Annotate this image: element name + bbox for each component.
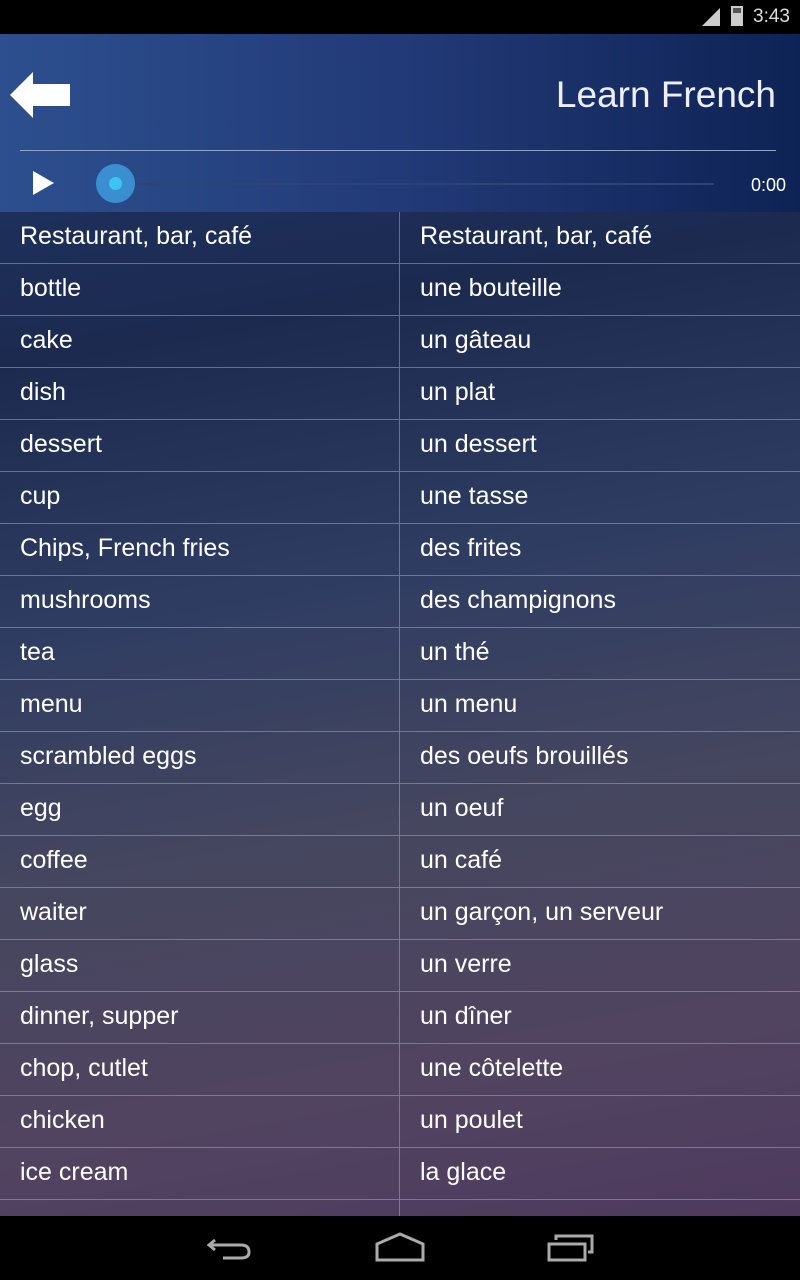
french-word: des champignons xyxy=(420,586,616,614)
back-nav-icon[interactable] xyxy=(205,1232,255,1262)
french-word: un plat xyxy=(420,378,496,406)
english-word: tea xyxy=(0,628,400,679)
english-word: menu xyxy=(0,680,400,731)
table-row[interactable]: chop, cutlet une côtelette xyxy=(0,1044,800,1096)
header: Learn French 0:00 xyxy=(0,34,800,212)
english-word: glass xyxy=(0,940,400,991)
english-word: coffee xyxy=(0,836,400,887)
french-word: un oeuf xyxy=(420,794,504,822)
home-nav-icon[interactable] xyxy=(375,1232,425,1262)
app-screen: Learn French 0:00 Restaurant, bar, café R… xyxy=(0,34,800,1216)
english-word: Chips, French fries xyxy=(0,524,400,575)
english-word: chop, cutlet xyxy=(0,1044,400,1095)
english-word: scrambled eggs xyxy=(0,732,400,783)
play-button[interactable] xyxy=(33,171,54,195)
french-word: un thé xyxy=(420,638,490,666)
divider xyxy=(20,150,776,151)
table-row[interactable]: scrambled eggs des oeufs brouillés xyxy=(0,732,800,784)
french-word: un poulet xyxy=(420,1106,523,1134)
french-word: un café xyxy=(420,846,503,874)
page-title: Learn French xyxy=(555,74,776,115)
english-word: dinner, supper xyxy=(0,992,400,1043)
status-time: 3:43 xyxy=(753,6,790,27)
french-word: une tasse xyxy=(420,482,529,510)
french-word: un gâteau xyxy=(420,326,532,354)
audio-seek-thumb[interactable] xyxy=(96,164,135,203)
french-word: une bouteille xyxy=(420,274,562,302)
english-word: cake xyxy=(0,316,400,367)
vocabulary-table: Restaurant, bar, café Restaurant, bar, ca… xyxy=(0,212,800,1216)
table-row[interactable]: waiter un garçon, un serveur xyxy=(0,888,800,940)
english-word: waiter xyxy=(0,888,400,939)
table-row[interactable] xyxy=(0,1200,800,1216)
recent-apps-icon[interactable] xyxy=(546,1232,596,1262)
french-word: un dessert xyxy=(420,430,537,458)
english-word xyxy=(0,1200,400,1216)
table-row[interactable]: Chips, French fries des frites xyxy=(0,524,800,576)
english-word: cup xyxy=(0,472,400,523)
back-button[interactable] xyxy=(10,72,72,118)
french-word: un garçon, un serveur xyxy=(420,898,664,926)
status-bar: 3:43 xyxy=(0,0,800,34)
french-word: Restaurant, bar, café xyxy=(420,222,653,250)
table-row[interactable]: cup une tasse xyxy=(0,472,800,524)
english-word: dish xyxy=(0,368,400,419)
table-row[interactable]: Restaurant, bar, café Restaurant, bar, ca… xyxy=(0,212,800,264)
english-word: Restaurant, bar, café xyxy=(0,212,400,263)
table-row[interactable]: chicken un poulet xyxy=(0,1096,800,1148)
english-word: ice cream xyxy=(0,1148,400,1199)
english-word: dessert xyxy=(0,420,400,471)
french-word xyxy=(400,1200,800,1216)
english-word: mushrooms xyxy=(0,576,400,627)
table-row[interactable]: coffee un café xyxy=(0,836,800,888)
french-word: des frites xyxy=(420,534,522,562)
table-row[interactable]: egg un oeuf xyxy=(0,784,800,836)
navigation-bar xyxy=(0,1216,800,1280)
table-row[interactable]: ice cream la glace xyxy=(0,1148,800,1200)
table-row[interactable]: dish un plat xyxy=(0,368,800,420)
english-word: bottle xyxy=(0,264,400,315)
french-word: un menu xyxy=(420,690,518,718)
english-word: egg xyxy=(0,784,400,835)
french-word: un dîner xyxy=(420,1002,512,1030)
audio-time: 0:00 xyxy=(750,175,786,195)
table-row[interactable]: bottle une bouteille xyxy=(0,264,800,316)
signal-icon xyxy=(702,8,720,26)
battery-icon xyxy=(731,6,743,26)
table-row[interactable]: dinner, supper un dîner xyxy=(0,992,800,1044)
french-word: des oeufs brouillés xyxy=(420,742,629,770)
french-word: un verre xyxy=(420,950,512,978)
audio-seek-track[interactable] xyxy=(115,183,714,185)
table-row[interactable]: menu un menu xyxy=(0,680,800,732)
table-row[interactable]: dessert un dessert xyxy=(0,420,800,472)
table-row[interactable]: tea un thé xyxy=(0,628,800,680)
table-row[interactable]: mushrooms des champignons xyxy=(0,576,800,628)
english-word: chicken xyxy=(0,1096,400,1147)
table-row[interactable]: glass un verre xyxy=(0,940,800,992)
table-row[interactable]: cake un gâteau xyxy=(0,316,800,368)
french-word: une côtelette xyxy=(420,1054,564,1082)
french-word: la glace xyxy=(420,1158,507,1186)
